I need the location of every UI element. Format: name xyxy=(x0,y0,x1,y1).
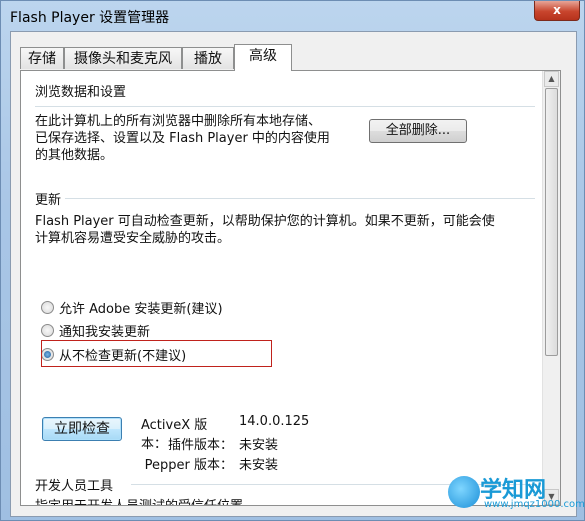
vertical-scrollbar[interactable]: ▲ ▼ xyxy=(542,71,560,505)
radio-circle[interactable] xyxy=(41,323,54,337)
site-watermark: 学知网 www.jmqz1000.com xyxy=(448,472,585,514)
section-divider xyxy=(35,106,535,107)
content-area: 存储 摄像头和麦克风 播放 高级 浏览数据和设置 在此计算机上的所有浏览器中删除… xyxy=(10,31,577,517)
title-bar: Flash Player 设置管理器 x xyxy=(1,1,585,31)
delete-all-button[interactable]: 全部删除... xyxy=(369,119,467,143)
watermark-logo-icon xyxy=(448,476,480,508)
close-icon: x xyxy=(553,3,561,17)
update-section-title: 更新 xyxy=(35,193,62,208)
radio-allow-auto-update[interactable]: 允许 Adobe 安装更新(建议) xyxy=(41,297,223,317)
developer-section-title: 开发人员工具 xyxy=(35,479,114,494)
tab-playback[interactable]: 播放 xyxy=(182,47,234,69)
plugin-version-row: 插件版本： 未安装 xyxy=(167,438,279,453)
tab-camera-mic[interactable]: 摄像头和麦克风 xyxy=(64,47,182,69)
check-now-button[interactable]: 立即检查 xyxy=(42,417,122,441)
activex-version-row: ActiveX 版本： 14.0.0.125 xyxy=(141,414,310,452)
window-title: Flash Player 设置管理器 xyxy=(10,10,170,26)
scroll-up-icon[interactable]: ▲ xyxy=(544,71,559,87)
section-divider xyxy=(65,198,535,199)
browse-section-title: 浏览数据和设置 xyxy=(35,85,127,100)
update-description: Flash Player 可自动检查更新，以帮助保护您的计算机。如果不更新，可能… xyxy=(35,214,495,246)
developer-description: 指定用于开发人员测试的受信任位置。 xyxy=(35,498,256,505)
tab-storage[interactable]: 存储 xyxy=(20,47,64,69)
close-button[interactable]: x xyxy=(534,1,580,21)
scrollbar-thumb[interactable] xyxy=(545,88,558,356)
tab-advanced[interactable]: 高级 xyxy=(234,44,292,71)
highlight-annotation xyxy=(41,340,272,367)
watermark-url: www.jmqz1000.com xyxy=(484,499,585,510)
radio-circle[interactable] xyxy=(41,300,54,314)
advanced-panel: 浏览数据和设置 在此计算机上的所有浏览器中删除所有本地存储、 已保存选择、设置以… xyxy=(20,70,561,506)
pepper-version-row: Pepper 版本： 未安装 xyxy=(144,458,279,473)
radio-notify-update[interactable]: 通知我安装更新 xyxy=(41,320,150,340)
flash-settings-window: Flash Player 设置管理器 x 存储 摄像头和麦克风 播放 高级 浏览… xyxy=(0,0,585,521)
browse-description: 在此计算机上的所有浏览器中删除所有本地存储、 已保存选择、设置以及 Flash … xyxy=(35,114,330,163)
